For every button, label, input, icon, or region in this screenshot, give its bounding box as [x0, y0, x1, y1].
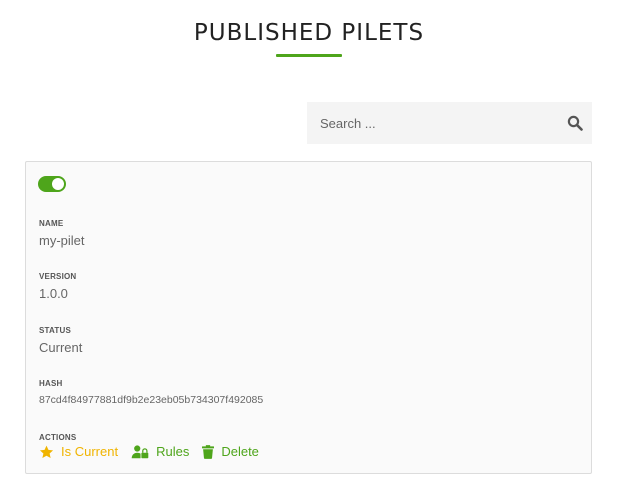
name-label: NAME: [39, 219, 64, 228]
version-label: VERSION: [39, 272, 77, 281]
hash-label: HASH: [39, 379, 63, 388]
status-label: STATUS: [39, 326, 72, 335]
is-current-label: Is Current: [61, 444, 119, 459]
trash-icon: [202, 444, 215, 459]
toggle-knob: [52, 178, 64, 190]
actions-field: ACTIONS: [39, 433, 76, 443]
delete-label: Delete: [221, 444, 259, 459]
actions-label: ACTIONS: [39, 433, 77, 442]
actions-bar: Is Current Rules Delete: [39, 444, 272, 459]
title-underline: [276, 54, 342, 57]
search-icon[interactable]: [558, 102, 592, 144]
hash-field: HASH 87cd4f84977881df9b2e23eb05b734307f4…: [39, 379, 263, 406]
rules-label: Rules: [156, 444, 190, 459]
enabled-toggle[interactable]: [38, 176, 66, 192]
status-value: Current: [39, 340, 83, 355]
hash-value: 87cd4f84977881df9b2e23eb05b734307f492085: [39, 394, 264, 406]
version-field: VERSION 1.0.0: [39, 272, 76, 301]
user-lock-icon: [131, 444, 149, 458]
name-field: NAME my-pilet: [39, 219, 85, 248]
search-box: [307, 102, 592, 144]
search-input[interactable]: [307, 102, 558, 144]
star-icon: [39, 445, 54, 458]
is-current-button[interactable]: Is Current: [39, 444, 118, 459]
pilet-card: NAME my-pilet VERSION 1.0.0 STATUS Curre…: [25, 161, 592, 474]
status-field: STATUS Current: [39, 326, 82, 355]
version-value: 1.0.0: [39, 286, 68, 301]
name-value: my-pilet: [39, 233, 85, 248]
delete-button[interactable]: Delete: [202, 444, 259, 459]
rules-button[interactable]: Rules: [131, 444, 189, 459]
page-title: PUBLISHED PILETS: [193, 20, 425, 46]
